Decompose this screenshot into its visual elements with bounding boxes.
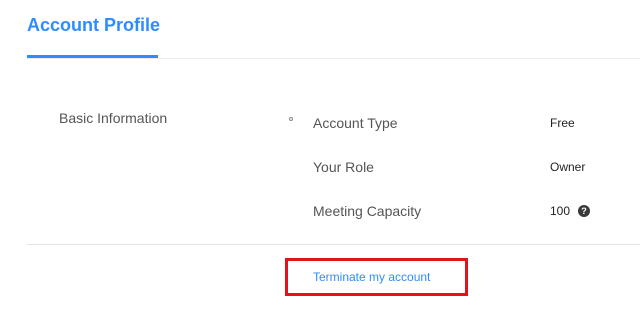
account-type-value: Free bbox=[550, 116, 575, 130]
field-value-account-type: Free bbox=[550, 116, 575, 130]
field-label-account-type: Account Type bbox=[313, 115, 398, 131]
tab-account-profile[interactable]: Account Profile bbox=[27, 15, 160, 36]
your-role-value: Owner bbox=[550, 160, 586, 174]
terminate-account-link[interactable]: Terminate my account bbox=[313, 270, 430, 284]
bullet-icon bbox=[289, 117, 293, 121]
field-value-your-role: Owner bbox=[550, 160, 585, 174]
tab-bar-divider bbox=[27, 58, 640, 59]
section-divider bbox=[27, 244, 640, 245]
field-label-meeting-capacity: Meeting Capacity bbox=[313, 203, 422, 219]
field-value-meeting-capacity: 100 ? bbox=[550, 204, 591, 218]
tab-bar: Account Profile bbox=[0, 0, 640, 59]
section-label-basic-information: Basic Information bbox=[59, 110, 168, 126]
meeting-capacity-value: 100 bbox=[550, 204, 571, 218]
help-circle-icon[interactable]: ? bbox=[578, 205, 591, 217]
field-label-your-role: Your Role bbox=[313, 159, 374, 175]
